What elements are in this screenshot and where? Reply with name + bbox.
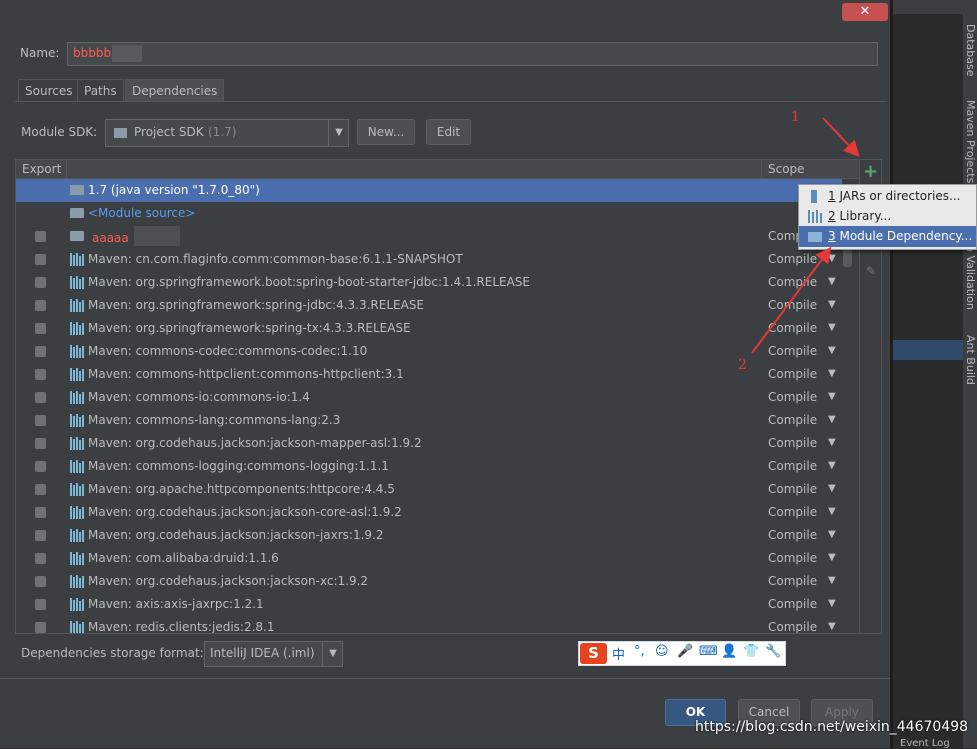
ime-punctuation-icon[interactable]: °, — [634, 644, 645, 659]
ime-toolbar: S 中 °, ☺ 🎤 ⌨ 👤 👕 🔧 — [578, 641, 786, 666]
ime-skin-icon[interactable]: 👕 — [743, 644, 759, 659]
watermark-text: https://blog.csdn.net/weixin_44670498 — [695, 719, 969, 735]
ime-tools-icon[interactable]: 🔧 — [765, 644, 781, 659]
sogou-logo-icon[interactable]: S — [580, 643, 607, 664]
ime-user-icon[interactable]: 👤 — [721, 644, 737, 659]
ime-emoji-icon[interactable]: ☺ — [655, 644, 669, 659]
annotation-arrows — [751, 117, 860, 354]
annotation-number-1: 1 — [791, 109, 800, 125]
annotation-arrow-2 — [751, 246, 832, 354]
ime-chinese-mode-icon[interactable]: 中 — [612, 644, 625, 663]
ime-keyboard-icon[interactable]: ⌨ — [699, 644, 718, 659]
annotation-arrow-1 — [822, 117, 860, 157]
ime-voice-icon[interactable]: 🎤 — [677, 644, 693, 659]
annotation-number-2: 2 — [738, 357, 747, 373]
